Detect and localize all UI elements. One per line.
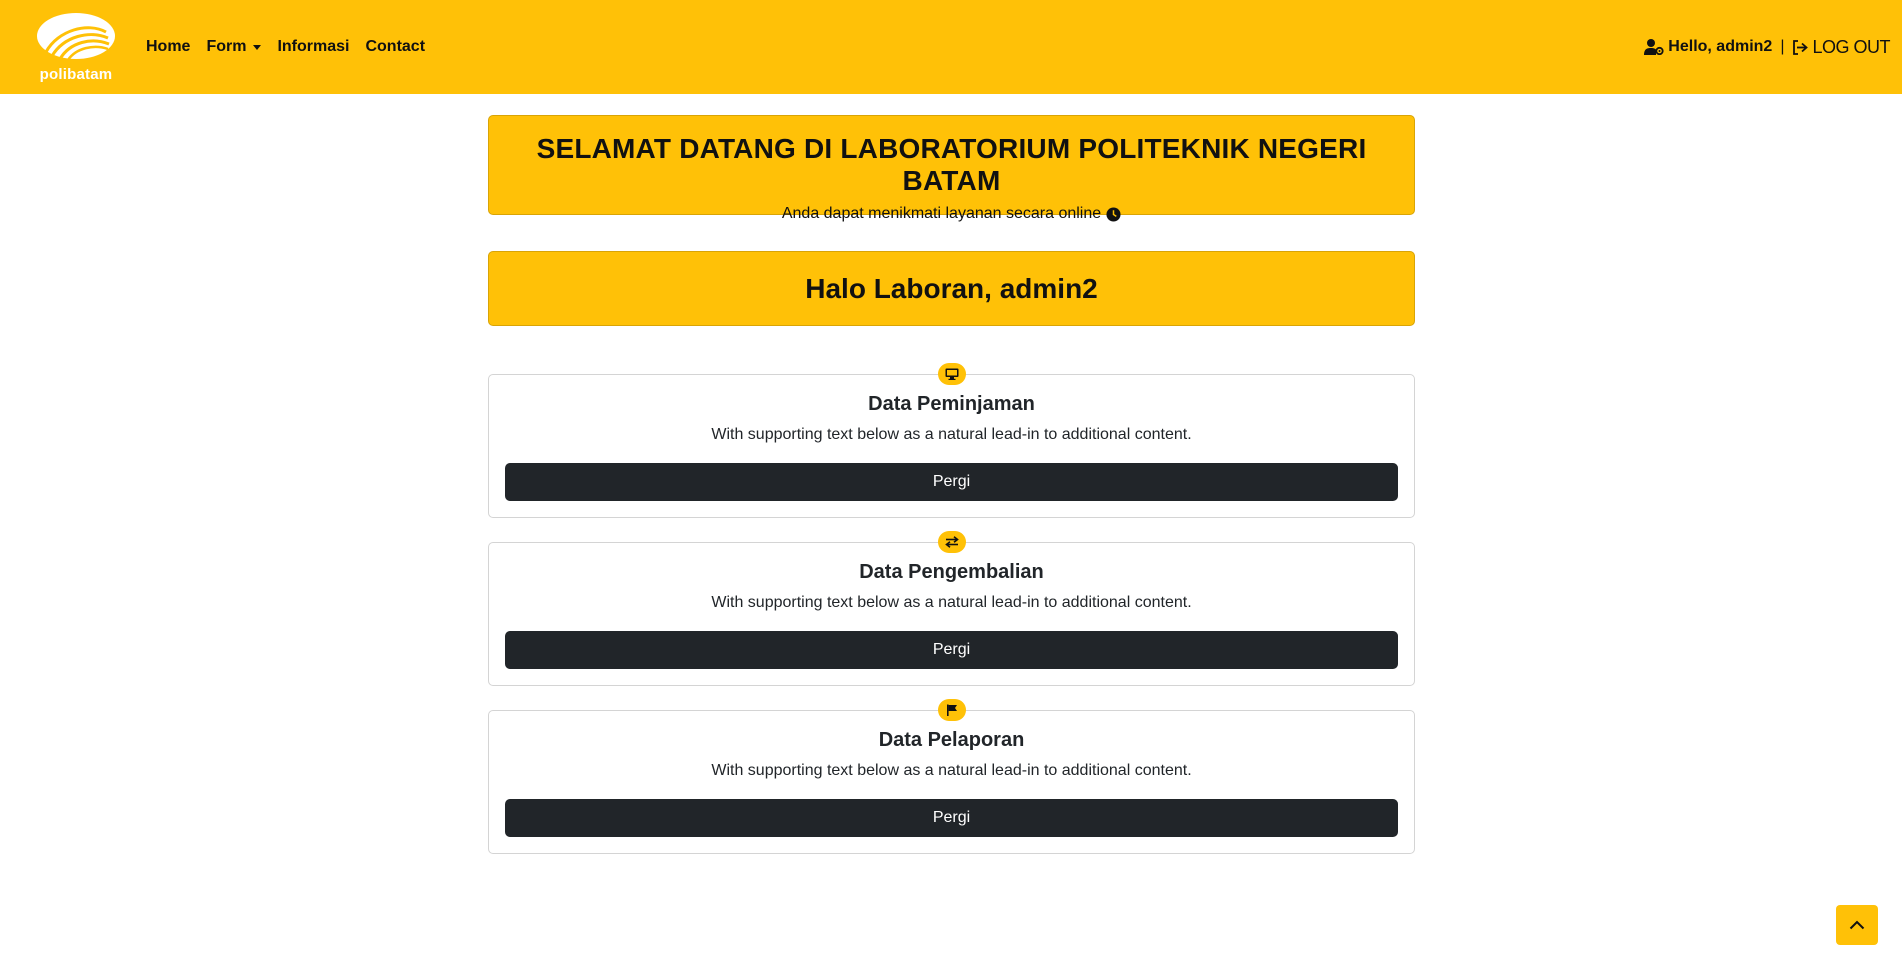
card-text: With supporting text below as a natural …: [711, 762, 1192, 779]
nav-contact[interactable]: Contact: [357, 38, 433, 56]
user-separator: |: [1780, 38, 1785, 55]
card-badge: [938, 699, 966, 721]
sign-out-icon: [1793, 39, 1809, 55]
caret-down-icon: [253, 44, 262, 50]
nav-form-dropdown[interactable]: Form: [198, 38, 269, 56]
user-hello-text: Hello, admin2: [1668, 38, 1773, 55]
flag-icon: [947, 704, 957, 716]
nav-form-label: Form: [206, 38, 247, 55]
scroll-to-top-button[interactable]: [1836, 905, 1878, 945]
exchange-arrows-icon: [945, 536, 959, 548]
user-area: Hello, admin2 | LOG OUT: [1644, 0, 1890, 94]
polibatam-logo-icon: [37, 13, 115, 61]
logout-label: LOG OUT: [1812, 36, 1890, 57]
welcome-title: SELAMAT DATANG DI LABORATORIUM POLITEKNI…: [536, 133, 1367, 196]
logo-text: polibatam: [39, 66, 113, 83]
card-pelaporan: Data Pelaporan With supporting text belo…: [488, 699, 1415, 854]
card-title: Data Peminjaman: [868, 393, 1035, 415]
user-greeting: Hello, admin2: [1644, 38, 1772, 56]
navbar: polibatam Home Form Informasi Contact He…: [0, 0, 1902, 94]
card-pengembalian: Data Pengembalian With supporting text b…: [488, 531, 1415, 686]
welcome-subtitle: Anda dapat menikmati layanan secara onli…: [489, 205, 1414, 223]
user-cog-icon: [1644, 39, 1664, 55]
card-text: With supporting text below as a natural …: [711, 426, 1192, 443]
greeting-banner: Halo Laboran, admin2: [488, 251, 1415, 326]
card-title: Data Pengembalian: [859, 561, 1044, 583]
clock-icon: [1106, 206, 1121, 222]
card-text: With supporting text below as a natural …: [711, 594, 1192, 611]
welcome-subtitle-text: Anda dapat menikmati layanan secara onli…: [781, 205, 1102, 222]
polibatam-logo[interactable]: polibatam: [34, 10, 118, 84]
greeting-text: Halo Laboran, admin2: [805, 272, 1098, 304]
pergi-button-pengembalian[interactable]: Pergi: [505, 631, 1398, 669]
card-title: Data Pelaporan: [878, 729, 1025, 751]
pergi-button-peminjaman[interactable]: Pergi: [505, 463, 1398, 501]
logout-button[interactable]: LOG OUT: [1792, 37, 1890, 58]
pergi-button-pelaporan[interactable]: Pergi: [505, 799, 1398, 837]
nav-home[interactable]: Home: [146, 38, 198, 56]
nav-links: Home Form Informasi Contact: [146, 0, 433, 94]
chevron-up-icon: [1849, 920, 1865, 930]
monitor-icon: [945, 368, 959, 380]
welcome-banner: SELAMAT DATANG DI LABORATORIUM POLITEKNI…: [488, 115, 1415, 222]
card-peminjaman: Data Peminjaman With supporting text bel…: [488, 363, 1415, 518]
card-badge: [938, 363, 966, 385]
nav-informasi[interactable]: Informasi: [269, 38, 357, 56]
card-badge: [938, 531, 966, 553]
